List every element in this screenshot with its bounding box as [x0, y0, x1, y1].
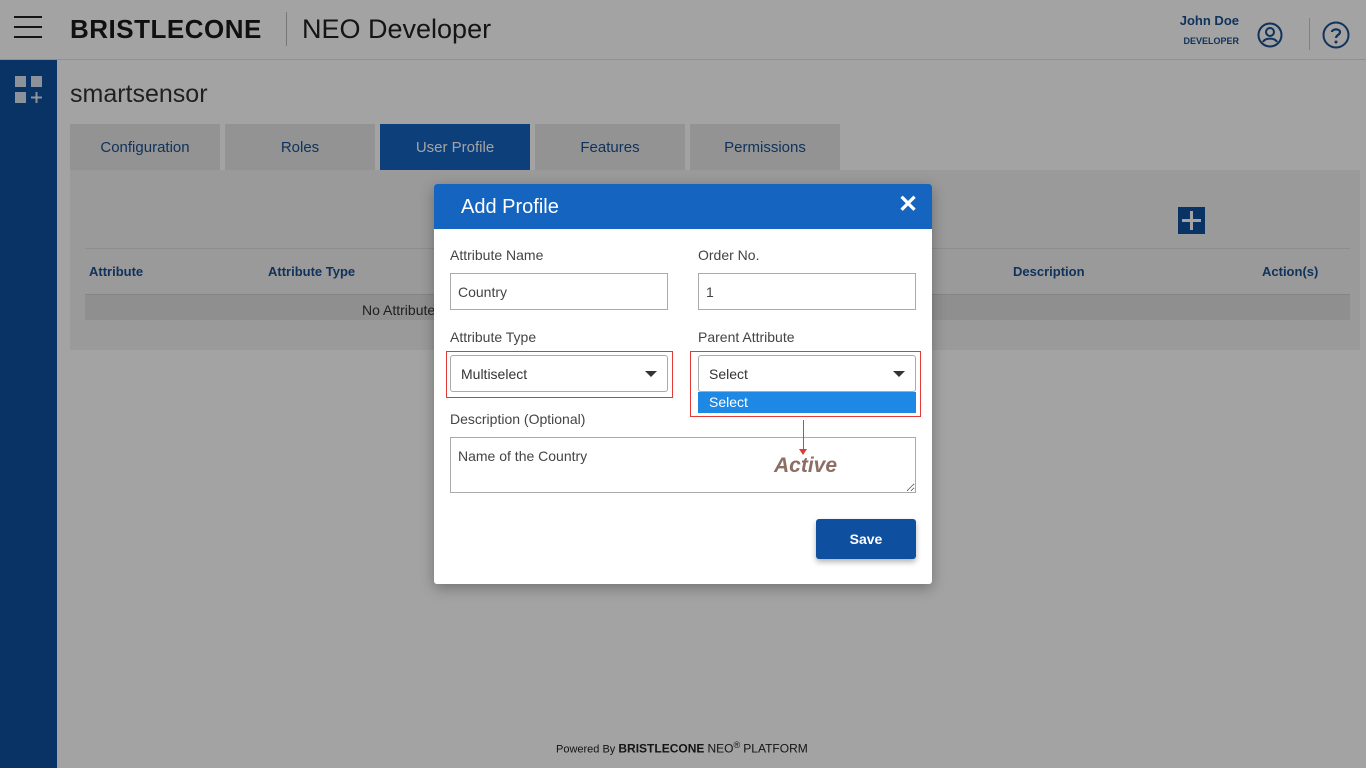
parent-attribute-selected-value: Select: [709, 366, 748, 382]
description-label: Description (Optional): [450, 411, 586, 427]
chevron-down-icon: [645, 371, 657, 377]
parent-attribute-label: Parent Attribute: [698, 329, 795, 345]
option-label: Select: [709, 394, 748, 410]
attribute-type-select[interactable]: Multiselect: [450, 355, 668, 392]
annotation-arrow: [803, 420, 804, 450]
dialog-title: Add Profile: [461, 196, 559, 218]
attribute-type-selected-value: Multiselect: [461, 366, 528, 382]
attribute-name-label: Attribute Name: [450, 247, 544, 263]
order-no-label: Order No.: [698, 247, 760, 263]
attribute-name-input[interactable]: [450, 273, 668, 310]
parent-attribute-option[interactable]: Select: [698, 392, 916, 413]
close-icon[interactable]: ✕: [898, 193, 918, 217]
save-button[interactable]: Save: [816, 519, 916, 559]
dialog-header: Add Profile ✕: [434, 184, 932, 229]
description-textarea[interactable]: Name of the Country: [450, 437, 916, 493]
order-no-input[interactable]: [698, 273, 916, 310]
annotation-active-label: Active: [774, 454, 838, 477]
parent-attribute-select[interactable]: Select: [698, 355, 916, 392]
add-profile-dialog: Add Profile ✕ Attribute Name Order No. A…: [434, 184, 932, 584]
attribute-type-label: Attribute Type: [450, 329, 537, 345]
chevron-down-icon: [893, 371, 905, 377]
